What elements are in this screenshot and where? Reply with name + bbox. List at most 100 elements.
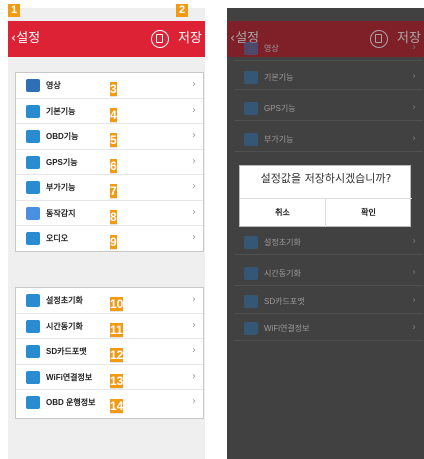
car-icon <box>26 130 40 143</box>
settings-icon <box>26 181 40 194</box>
callout-number: 4 <box>110 107 117 123</box>
chevron-right-icon: › <box>192 155 196 167</box>
row-label: 설정초기화 <box>264 238 301 247</box>
settings-row-dimmed: 영상 › <box>234 36 423 61</box>
reset-icon <box>244 236 258 249</box>
settings-row[interactable]: 부가기능 7 › <box>16 175 203 201</box>
dialog-message: 설정값을 저장하시겠습니까? <box>260 172 392 185</box>
row-label: 동작감지 <box>46 208 76 218</box>
callout-number: 14 <box>110 399 124 414</box>
chevron-right-icon: › <box>412 322 416 333</box>
row-label: 영상 <box>264 44 279 53</box>
settings-screen: ‹설정 저장 영상 3 › 기본기능 4 › OBD기능 5 › GPS기능 6 › 부가기능 7 › 동작감… <box>8 8 205 459</box>
settings-row[interactable]: SD카드포맷 12 › <box>16 339 203 365</box>
video-camera-icon <box>244 42 258 55</box>
row-label: OBD 운행정보 <box>46 398 96 407</box>
settings-row-dimmed: GPS기능 › <box>234 96 423 121</box>
chevron-right-icon: › <box>412 102 416 113</box>
gps-icon <box>26 155 40 169</box>
row-label: WiFi연결정보 <box>264 324 310 333</box>
callout-number: 12 <box>110 348 124 363</box>
wifi-icon <box>244 322 258 335</box>
callout-number: 8 <box>110 209 117 225</box>
callout-number: 9 <box>110 235 117 250</box>
wifi-icon <box>26 370 40 384</box>
settings-row[interactable]: 영상 3 › <box>16 73 203 99</box>
gear-icon <box>26 104 40 118</box>
settings-row-dimmed: 설정초기화 › <box>234 230 423 255</box>
settings-group-main: 영상 3 › 기본기능 4 › OBD기능 5 › GPS기능 6 › 부가기능 7 › 동작감지 8 › 오디오 9… <box>15 72 204 252</box>
callout-number: 10 <box>110 297 124 312</box>
row-label: 영상 <box>46 81 61 90</box>
callout-number: 7 <box>110 184 117 199</box>
row-label: 설정초기화 <box>46 296 83 305</box>
chevron-right-icon: › <box>412 295 416 306</box>
chevron-right-icon: › <box>412 267 416 278</box>
chevron-right-icon: › <box>192 294 196 305</box>
settings-row-dimmed: 시간동기화 › <box>234 261 423 286</box>
chevron-right-icon: › <box>192 206 196 218</box>
settings-row[interactable]: OBD기능 5 › <box>16 124 203 150</box>
video-camera-icon <box>26 79 40 92</box>
row-label: GPS기능 <box>264 104 296 113</box>
confirm-button[interactable]: 확인 <box>326 199 411 227</box>
settings-row[interactable]: 동작감지 8 › <box>16 201 203 226</box>
chevron-right-icon: › <box>192 79 196 90</box>
chevron-right-icon: › <box>192 232 196 243</box>
settings-row-dimmed: 부가기능 › <box>234 127 423 152</box>
header-bar: ‹설정 저장 <box>8 21 205 57</box>
row-label: 부가기능 <box>264 135 294 144</box>
gear-icon <box>244 71 258 84</box>
chevron-right-icon: › <box>412 71 416 82</box>
save-confirm-screen: ‹설정 저장 영상 › 기본기능 › GPS기능 › 부가기능 › 설정초기화 › 시간동기화 › SD… <box>227 8 424 459</box>
settings-row[interactable]: OBD 운행정보 14 › <box>16 390 203 416</box>
chevron-right-icon: › <box>192 104 196 116</box>
speaker-icon <box>26 232 40 245</box>
settings-icon <box>244 133 258 146</box>
save-button[interactable]: 저장 <box>178 30 202 48</box>
row-label: 오디오 <box>46 234 69 243</box>
row-label: WiFi연결정보 <box>46 372 93 382</box>
row-label: SD카드포맷 <box>264 297 305 306</box>
settings-row-dimmed: SD카드포맷 › <box>234 289 423 314</box>
callout-number: 5 <box>110 133 117 148</box>
chevron-right-icon: › <box>192 396 196 407</box>
chevron-right-icon: › <box>412 133 416 144</box>
chevron-right-icon: › <box>412 236 416 247</box>
settings-row[interactable]: WiFi연결정보 13 › <box>16 365 203 390</box>
motion-sensor-icon <box>26 206 40 220</box>
settings-row[interactable]: 시간동기화 11 › <box>16 314 203 339</box>
sd-card-icon <box>244 295 258 308</box>
row-label: 시간동기화 <box>46 321 83 331</box>
reset-icon <box>26 294 40 307</box>
gps-icon <box>244 102 258 115</box>
callout-number: 11 <box>110 322 123 338</box>
row-label: SD카드포맷 <box>46 347 87 356</box>
settings-row-dimmed: 기본기능 › <box>234 65 423 90</box>
chevron-right-icon: › <box>192 181 196 192</box>
callout-number: 13 <box>110 373 124 389</box>
car-icon <box>26 396 40 409</box>
settings-row[interactable]: 설정초기화 10 › <box>16 288 203 314</box>
row-label: 기본기능 <box>46 106 76 116</box>
row-label: 기본기능 <box>264 73 294 82</box>
settings-row[interactable]: GPS기능 6 › <box>16 150 203 175</box>
callout-2: 2 <box>176 4 188 17</box>
sd-card-icon <box>26 345 40 358</box>
settings-row-dimmed: WiFi연결정보 › <box>234 316 423 341</box>
settings-row[interactable]: 기본기능 4 › <box>16 99 203 124</box>
settings-row[interactable]: 오디오 9 › <box>16 226 203 252</box>
cancel-button[interactable]: 취소 <box>240 199 325 227</box>
chevron-right-icon: › <box>192 130 196 141</box>
callout-1: 1 <box>8 4 20 17</box>
row-label: 부가기능 <box>46 183 76 192</box>
sd-card-icon[interactable] <box>151 30 169 48</box>
chevron-right-icon: › <box>412 42 416 53</box>
save-confirm-dialog: 설정값을 저장하시겠습니까? 취소 확인 <box>239 165 412 227</box>
chevron-right-icon: › <box>192 345 196 356</box>
back-button[interactable]: ‹설정 <box>11 30 40 48</box>
callout-number: 3 <box>110 82 117 97</box>
clock-icon <box>244 267 258 280</box>
row-label: OBD기능 <box>46 132 79 141</box>
clock-icon <box>26 319 40 333</box>
